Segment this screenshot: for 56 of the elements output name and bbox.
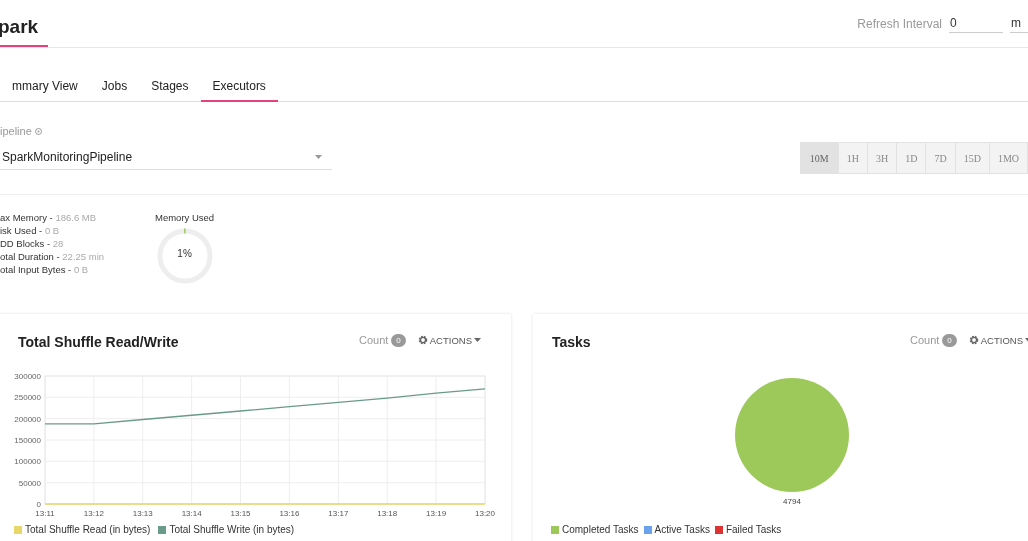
x-tick-label: 13:16: [279, 509, 300, 518]
y-tick-label: 300000: [14, 372, 41, 381]
count-label: Count: [909, 334, 940, 346]
pipeline-label: ipeline: [0, 125, 32, 137]
x-tick-label: 13:11: [35, 509, 55, 518]
y-tick-label: 100000: [14, 457, 41, 467]
count-badge: 0: [942, 333, 957, 347]
legend-label[interactable]: Total Shuffle Read (in bytes): [25, 524, 151, 535]
data-label: 4794: [783, 497, 801, 506]
memory-used-reading: 1%: [176, 248, 193, 259]
memory-donut: [155, 227, 214, 285]
legend-label[interactable]: Total Shuffle Write (in bytes): [169, 524, 295, 535]
legend-swatch: [714, 525, 723, 534]
tab[interactable]: Executors: [200, 79, 278, 102]
x-tick-label: 13:20: [475, 509, 495, 518]
y-tick-label: 50000: [18, 478, 41, 488]
time-range-button[interactable]: 10M: [800, 143, 839, 173]
x-tick-label: 13:13: [132, 509, 153, 518]
stat-line: ax Memory - 186.6 MB: [0, 212, 98, 223]
info-icon: [34, 127, 42, 135]
legend-label[interactable]: Failed Tasks: [725, 524, 782, 535]
stat-line: isk Used - 0 B: [0, 225, 61, 236]
memory-used-label: Memory Used: [155, 212, 215, 223]
tab[interactable]: Stages: [139, 79, 201, 102]
actions-button[interactable]: ACTIONS: [417, 334, 481, 346]
caret-icon: [315, 155, 322, 159]
x-tick-label: 13:17: [328, 509, 349, 518]
x-tick-label: 13:12: [83, 509, 104, 518]
legend-swatch: [643, 525, 652, 534]
legend-label[interactable]: Completed Tasks: [562, 524, 639, 535]
x-tick-label: 13:19: [426, 509, 447, 518]
legend-label[interactable]: Active Tasks: [654, 524, 710, 535]
tab[interactable]: mmary View: [0, 79, 90, 102]
x-tick-label: 13:18: [377, 509, 398, 518]
tab[interactable]: Jobs: [89, 79, 140, 102]
gear-icon: [417, 335, 428, 345]
gear-icon: [968, 335, 979, 345]
x-tick-label: 13:15: [230, 509, 251, 518]
card-title: Total Shuffle Read/Write: [18, 333, 180, 350]
app-title: park: [0, 0, 49, 47]
caret-icon: [474, 338, 481, 342]
y-tick-label: 200000: [14, 414, 41, 424]
count-label: Count: [358, 334, 389, 346]
y-tick-label: 0: [36, 500, 41, 509]
card-title: Tasks: [552, 333, 592, 350]
legend-swatch: [551, 525, 559, 534]
pipeline-dropdown[interactable]: SparkMonitoringPipeline: [0, 148, 332, 170]
refresh-interval-label: Refresh Interval: [857, 16, 942, 31]
x-tick-label: 13:14: [181, 509, 202, 518]
y-tick-label: 250000: [14, 393, 41, 403]
stat-line: otal Input Bytes - 0 B: [0, 264, 90, 275]
actions-button[interactable]: ACTIONS: [968, 334, 1028, 346]
count-badge: 0: [391, 333, 406, 347]
stat-line: otal Duration - 22.25 min: [0, 251, 106, 262]
y-tick-label: 150000: [14, 436, 41, 445]
stat-line: DD Blocks - 28: [0, 238, 65, 249]
